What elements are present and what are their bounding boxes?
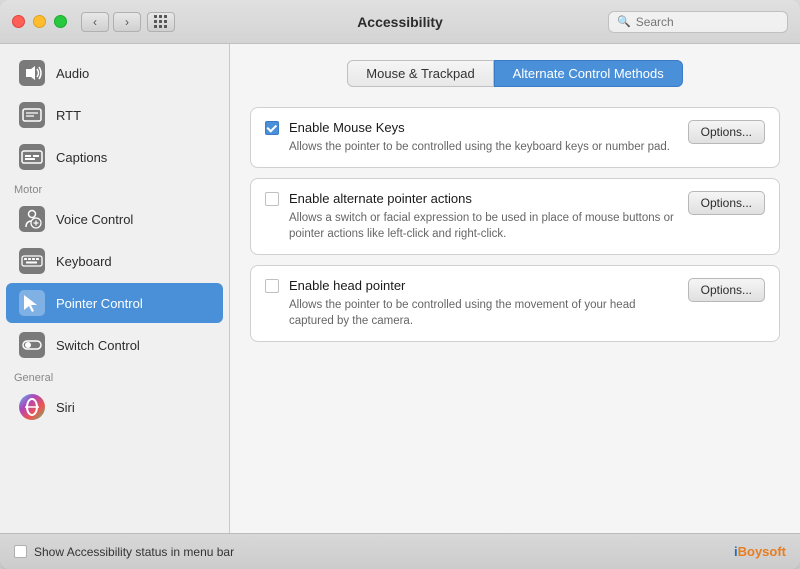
show-status-checkbox[interactable] — [14, 545, 27, 558]
mouse-keys-desc: Allows the pointer to be controlled usin… — [289, 139, 676, 155]
tab-bar: Mouse & Trackpad Alternate Control Metho… — [250, 60, 780, 87]
motor-section-label: Motor — [0, 178, 229, 198]
alt-pointer-checkbox[interactable] — [265, 192, 279, 206]
back-button[interactable]: ‹ — [81, 12, 109, 32]
sidebar-item-keyboard[interactable]: Keyboard — [6, 241, 223, 281]
tab-alternate-control[interactable]: Alternate Control Methods — [494, 60, 683, 87]
sidebar-item-siri[interactable]: Siri — [6, 387, 223, 427]
alt-pointer-left: Enable alternate pointer actions Allows … — [265, 191, 676, 242]
forward-icon: › — [125, 15, 129, 29]
search-icon: 🔍 — [617, 15, 631, 28]
sidebar-item-pointer-control-label: Pointer Control — [56, 296, 143, 311]
head-pointer-options-button[interactable]: Options... — [688, 278, 765, 302]
titlebar: ‹ › Accessibility 🔍 — [0, 0, 800, 44]
watermark: iBoysoft — [734, 544, 786, 559]
minimize-button[interactable] — [33, 15, 46, 28]
head-pointer-desc: Allows the pointer to be controlled usin… — [289, 297, 676, 329]
traffic-lights — [12, 15, 67, 28]
nav-buttons: ‹ › — [81, 12, 141, 32]
window: ‹ › Accessibility 🔍 — [0, 0, 800, 569]
grid-view-button[interactable] — [147, 12, 175, 32]
sidebar-item-rtt-label: RTT — [56, 108, 81, 123]
audio-icon — [18, 59, 46, 87]
alt-pointer-checkbox-area[interactable] — [265, 192, 279, 206]
search-box[interactable]: 🔍 — [608, 11, 788, 33]
sidebar-item-voice-control[interactable]: Voice Control — [6, 199, 223, 239]
sidebar-item-switch-control-label: Switch Control — [56, 338, 140, 353]
right-panel: Mouse & Trackpad Alternate Control Metho… — [230, 44, 800, 533]
sidebar-item-switch-control[interactable]: Switch Control — [6, 325, 223, 365]
head-pointer-title: Enable head pointer — [289, 278, 676, 293]
sidebar: Audio RTT Captions Motor — [0, 44, 230, 533]
sidebar-item-keyboard-label: Keyboard — [56, 254, 112, 269]
sidebar-item-rtt[interactable]: RTT — [6, 95, 223, 135]
head-pointer-checkbox[interactable] — [265, 279, 279, 293]
siri-icon — [18, 393, 46, 421]
back-icon: ‹ — [93, 15, 97, 29]
head-pointer-option: Enable head pointer Allows the pointer t… — [250, 265, 780, 342]
show-status-label: Show Accessibility status in menu bar — [34, 545, 234, 559]
voice-control-icon — [18, 205, 46, 233]
sidebar-item-audio[interactable]: Audio — [6, 53, 223, 93]
alt-pointer-title: Enable alternate pointer actions — [289, 191, 676, 206]
mouse-keys-options-button[interactable]: Options... — [688, 120, 765, 144]
alt-pointer-text: Enable alternate pointer actions Allows … — [289, 191, 676, 242]
head-pointer-text: Enable head pointer Allows the pointer t… — [289, 278, 676, 329]
sidebar-item-captions-label: Captions — [56, 150, 107, 165]
sidebar-item-captions[interactable]: Captions — [6, 137, 223, 177]
mouse-keys-option: Enable Mouse Keys Allows the pointer to … — [250, 107, 780, 168]
keyboard-icon — [18, 247, 46, 275]
alt-pointer-options-button[interactable]: Options... — [688, 191, 765, 215]
main-content: Audio RTT Captions Motor — [0, 44, 800, 533]
bottom-bar: Show Accessibility status in menu bar iB… — [0, 533, 800, 569]
alt-pointer-option: Enable alternate pointer actions Allows … — [250, 178, 780, 255]
mouse-keys-checkbox-area[interactable] — [265, 121, 279, 135]
captions-icon — [18, 143, 46, 171]
mouse-keys-title: Enable Mouse Keys — [289, 120, 676, 135]
mouse-keys-left: Enable Mouse Keys Allows the pointer to … — [265, 120, 676, 155]
mouse-keys-checkbox[interactable] — [265, 121, 279, 135]
head-pointer-checkbox-area[interactable] — [265, 279, 279, 293]
sidebar-item-siri-label: Siri — [56, 400, 75, 415]
sidebar-item-pointer-control[interactable]: Pointer Control — [6, 283, 223, 323]
sidebar-item-audio-label: Audio — [56, 66, 89, 81]
search-input[interactable] — [636, 15, 779, 29]
rtt-icon — [18, 101, 46, 129]
head-pointer-left: Enable head pointer Allows the pointer t… — [265, 278, 676, 329]
general-section-label: General — [0, 366, 229, 386]
switch-control-icon — [18, 331, 46, 359]
maximize-button[interactable] — [54, 15, 67, 28]
forward-button[interactable]: › — [113, 12, 141, 32]
tab-mouse-trackpad[interactable]: Mouse & Trackpad — [347, 60, 493, 87]
pointer-control-icon — [18, 289, 46, 317]
close-button[interactable] — [12, 15, 25, 28]
window-title: Accessibility — [357, 14, 443, 30]
alt-pointer-desc: Allows a switch or facial expression to … — [289, 210, 676, 242]
grid-icon — [154, 15, 168, 29]
sidebar-item-voice-control-label: Voice Control — [56, 212, 133, 227]
mouse-keys-text: Enable Mouse Keys Allows the pointer to … — [289, 120, 676, 155]
